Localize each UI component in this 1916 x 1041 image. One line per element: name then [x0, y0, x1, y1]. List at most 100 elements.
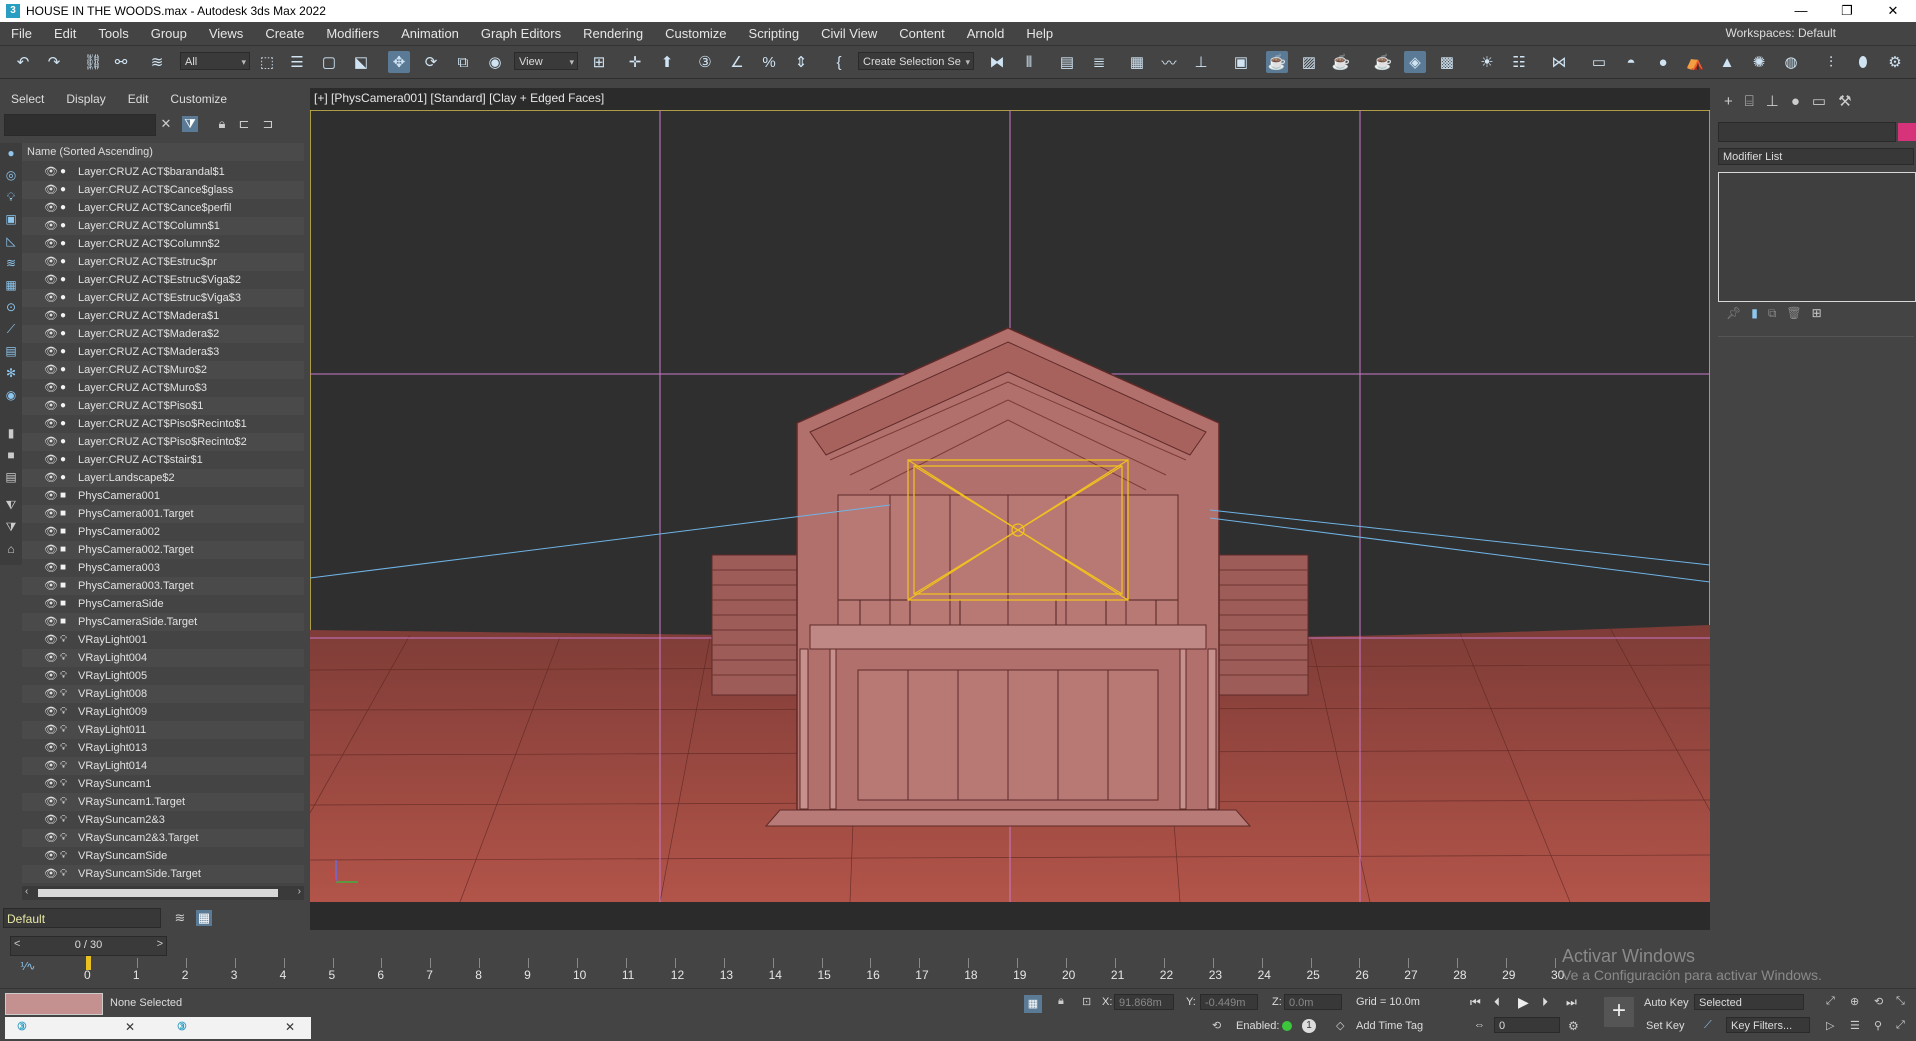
- menu-content[interactable]: Content: [888, 22, 956, 45]
- space-warps-filter-icon[interactable]: ≋: [3, 255, 19, 271]
- visibility-eye-icon[interactable]: 👁︎: [44, 379, 58, 397]
- filter-icon[interactable]: ⧩: [182, 116, 198, 132]
- app-thumbnail-icon-2[interactable]: ③: [177, 1020, 187, 1033]
- layer-explorer-icon[interactable]: ≣: [1088, 51, 1110, 73]
- scene-list-item[interactable]: 👁︎ 💡︎ VRayLight004: [22, 649, 304, 667]
- scene-list-item[interactable]: 👁︎ ● Layer:CRUZ ACT$Cance$perfil: [22, 199, 304, 217]
- capsule-icon[interactable]: ⬮: [1852, 51, 1874, 73]
- taskbar-thumbnails[interactable]: ③ ✕ ③ ✕: [5, 1017, 311, 1039]
- visibility-eye-icon[interactable]: 👁︎: [44, 757, 58, 775]
- spinner-snap-icon[interactable]: ⇕: [790, 51, 812, 73]
- visibility-eye-icon[interactable]: 👁︎: [44, 703, 58, 721]
- make-unique-icon[interactable]: ⧉: [1768, 306, 1777, 321]
- ribbon-toggle-icon[interactable]: ▦: [1126, 51, 1148, 73]
- scene-list-item[interactable]: 👁︎ ● Layer:CRUZ ACT$Madera$2: [22, 325, 304, 343]
- scene-list-item[interactable]: 👁︎ 💡︎ VRayLight013: [22, 739, 304, 757]
- create-tab-icon[interactable]: +: [1724, 93, 1733, 110]
- mirror-icon[interactable]: ⧓: [986, 51, 1008, 73]
- zoom-all-icon[interactable]: ⊕: [1850, 995, 1859, 1008]
- scene-list-item[interactable]: 👁︎ 💡︎ VRayLight009: [22, 703, 304, 721]
- zoom-extents-icon[interactable]: ⤢: [1826, 995, 1835, 1008]
- maximize-viewport-icon[interactable]: ⤡: [1896, 995, 1905, 1008]
- visibility-eye-icon[interactable]: 👁︎: [44, 415, 58, 433]
- scene-list-item[interactable]: 👁︎ ● Layer:CRUZ ACT$stair$1: [22, 451, 304, 469]
- restore-button[interactable]: ❐: [1824, 0, 1870, 22]
- menu-civil-view[interactable]: Civil View: [810, 22, 888, 45]
- key-mode-icon[interactable]: ⟋: [1704, 1019, 1712, 1032]
- visibility-eye-icon[interactable]: 👁︎: [44, 235, 58, 253]
- schematic-view-icon[interactable]: ⊥: [1190, 51, 1212, 73]
- scene-list-item[interactable]: 👁︎ ● Layer:CRUZ ACT$barandal$1: [22, 163, 304, 181]
- visibility-eye-icon[interactable]: 👁︎: [44, 469, 58, 487]
- selection-filter-dropdown[interactable]: All: [180, 52, 250, 71]
- visibility-eye-icon[interactable]: 👁︎: [44, 613, 58, 631]
- visibility-eye-icon[interactable]: 👁︎: [44, 289, 58, 307]
- plane-primitive-icon[interactable]: ▭: [1588, 51, 1610, 73]
- x-coordinate-field[interactable]: 91.868m: [1114, 994, 1174, 1010]
- show-end-result-icon[interactable]: ▮: [1751, 306, 1758, 321]
- object-name-field[interactable]: [1718, 122, 1896, 142]
- viewport-perspective[interactable]: [+] [PhysCamera001] [Standard] [Clay + E…: [310, 88, 1710, 930]
- previous-frame-icon[interactable]: ⏴: [1494, 995, 1500, 1010]
- adaptive-degradation-icon[interactable]: ⟲: [1212, 1019, 1221, 1032]
- display-all-icon[interactable]: ▮: [3, 425, 19, 441]
- visibility-eye-icon[interactable]: 👁︎: [44, 523, 58, 541]
- go-to-end-icon[interactable]: ⏭: [1566, 995, 1577, 1010]
- bind-space-warp-icon[interactable]: ≋: [146, 51, 168, 73]
- go-to-start-icon[interactable]: ⏮: [1470, 995, 1481, 1010]
- field-of-view-icon[interactable]: ▷: [1826, 1019, 1834, 1032]
- tools-icon[interactable]: ⚙: [1884, 51, 1906, 73]
- funnel-icon[interactable]: ⧩: [3, 519, 19, 535]
- workspace-selector[interactable]: Workspaces: Default: [1725, 22, 1836, 45]
- scene-list-item[interactable]: 👁︎ 💡︎ VRaySuncam1: [22, 775, 304, 793]
- selection-set-dropdown[interactable]: Selected: [1694, 994, 1804, 1010]
- select-manipulate-icon[interactable]: ✛: [624, 51, 646, 73]
- visibility-eye-icon[interactable]: 👁︎: [44, 325, 58, 343]
- time-configuration-icon[interactable]: ⚙: [1568, 1019, 1579, 1033]
- menu-rendering[interactable]: Rendering: [572, 22, 654, 45]
- visibility-eye-icon[interactable]: 👁︎: [44, 649, 58, 667]
- modify-tab-icon[interactable]: ⌸: [1745, 93, 1754, 110]
- scrollbar-thumb[interactable]: [38, 889, 278, 897]
- pivot-center-icon[interactable]: ⊞: [588, 51, 610, 73]
- menu-graph-editors[interactable]: Graph Editors: [470, 22, 572, 45]
- visibility-eye-icon[interactable]: 👁︎: [44, 307, 58, 325]
- visibility-eye-icon[interactable]: 👁︎: [44, 847, 58, 865]
- z-coordinate-field[interactable]: 0.0m: [1284, 994, 1342, 1010]
- scene-list-item[interactable]: 👁︎ ● Layer:CRUZ ACT$Muro$2: [22, 361, 304, 379]
- scene-list-item[interactable]: 👁︎ ■ PhysCamera003: [22, 559, 304, 577]
- visibility-eye-icon[interactable]: 👁︎: [44, 397, 58, 415]
- visibility-eye-icon[interactable]: 👁︎: [44, 577, 58, 595]
- menu-views[interactable]: Views: [198, 22, 254, 45]
- info-icon[interactable]: 1: [1302, 1019, 1316, 1033]
- object-color-swatch[interactable]: [1898, 123, 1916, 141]
- visibility-eye-icon[interactable]: 👁︎: [44, 217, 58, 235]
- explorer-horizontal-scrollbar[interactable]: ‹ ›: [22, 886, 304, 900]
- render-setup-icon[interactable]: ☕: [1266, 51, 1288, 73]
- walkthrough-icon[interactable]: ⚲: [1874, 1019, 1882, 1032]
- visibility-eye-icon[interactable]: 👁︎: [44, 487, 58, 505]
- tab-select[interactable]: Select: [0, 88, 55, 110]
- hemisphere-icon[interactable]: ◓: [1620, 51, 1642, 73]
- scene-list-item[interactable]: 👁︎ ■ PhysCamera003.Target: [22, 577, 304, 595]
- arnold-render-icon[interactable]: ◈: [1404, 51, 1426, 73]
- menu-file[interactable]: File: [0, 22, 43, 45]
- scroll-left-icon[interactable]: ‹: [25, 886, 28, 897]
- keyboard-shortcut-override-icon[interactable]: ⬆: [656, 51, 678, 73]
- mini-curve-editor-icon[interactable]: ⅟∿: [20, 960, 35, 973]
- visibility-eye-icon[interactable]: 👁︎: [44, 631, 58, 649]
- cone-primitive-icon[interactable]: ▲: [1716, 51, 1738, 73]
- menu-modifiers[interactable]: Modifiers: [315, 22, 390, 45]
- scene-list-item[interactable]: 👁︎ ● Layer:CRUZ ACT$Piso$Recinto$2: [22, 433, 304, 451]
- visibility-eye-icon[interactable]: 👁︎: [44, 451, 58, 469]
- scene-list-item[interactable]: 👁︎ 💡︎ VRaySuncam1.Target: [22, 793, 304, 811]
- visibility-eye-icon[interactable]: 👁︎: [44, 811, 58, 829]
- scene-list-item[interactable]: 👁︎ ■ PhysCamera002: [22, 523, 304, 541]
- isolate-selection-icon[interactable]: ▦: [1024, 995, 1042, 1013]
- visibility-eye-icon[interactable]: 👁︎: [44, 865, 58, 883]
- cameras-filter-icon[interactable]: ▣: [3, 211, 19, 227]
- visibility-eye-icon[interactable]: 👁︎: [44, 721, 58, 739]
- scene-list-item[interactable]: 👁︎ ● Layer:CRUZ ACT$Column$1: [22, 217, 304, 235]
- display-invert-icon[interactable]: ▤: [3, 469, 19, 485]
- snaps-toggle-icon[interactable]: ③: [694, 51, 716, 73]
